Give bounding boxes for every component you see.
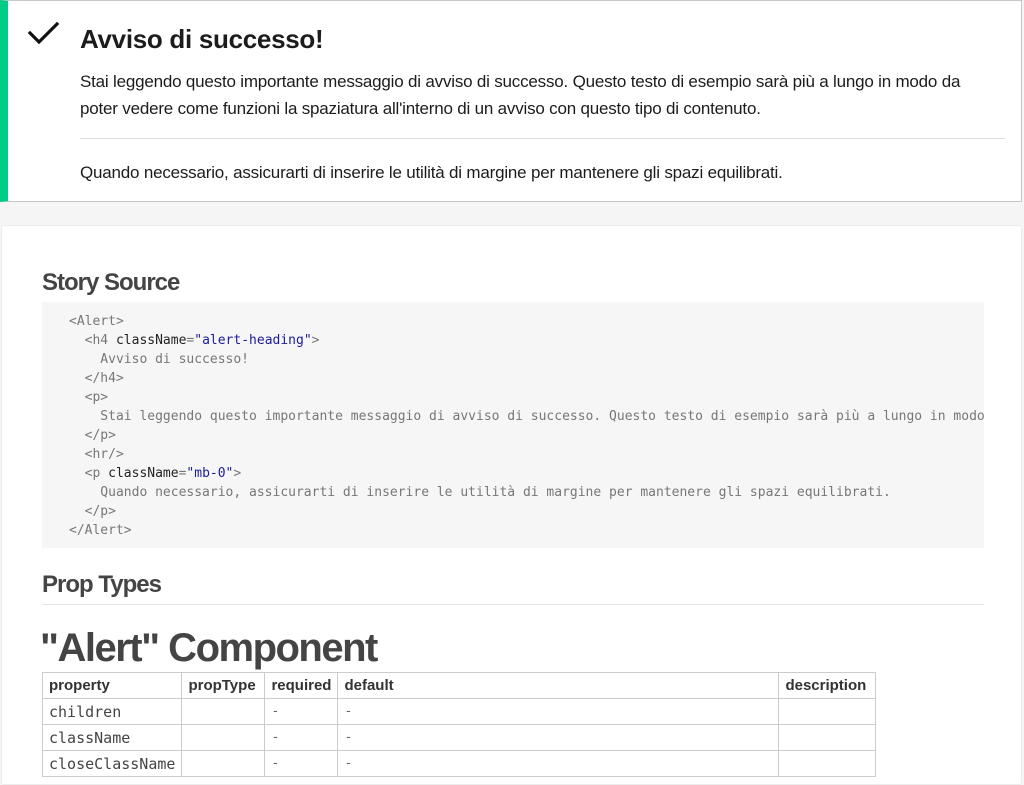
cell-proptype xyxy=(181,750,266,777)
cell-description xyxy=(778,698,877,725)
cell-property: closeClassName xyxy=(41,750,183,777)
cell-description xyxy=(778,750,877,777)
column-header-required: required xyxy=(264,672,339,699)
table-header-row: property propType required default descr… xyxy=(41,672,877,699)
cell-required: - xyxy=(264,750,339,777)
cell-proptype xyxy=(181,724,266,751)
column-header-default: default xyxy=(337,672,780,699)
table-row: children - - xyxy=(41,698,877,725)
column-header-property: property xyxy=(41,672,183,699)
cell-proptype xyxy=(181,698,266,725)
cell-default: - xyxy=(337,750,780,777)
alert-footer-text: Quando necessario, assicurarti di inseri… xyxy=(80,163,783,182)
story-source-code: <Alert> <h4 className="alert-heading"> A… xyxy=(42,302,984,548)
story-source-title: Story Source xyxy=(42,269,180,296)
cell-default: - xyxy=(337,698,780,725)
component-title: "Alert" Component xyxy=(40,626,378,670)
alert-heading: Avviso di successo! xyxy=(80,24,324,54)
prop-types-divider xyxy=(42,604,984,605)
docs-panel: Story Source <Alert> <h4 className="aler… xyxy=(1,225,1022,785)
alert-divider xyxy=(80,138,1005,139)
cell-default: - xyxy=(337,724,780,751)
cell-required: - xyxy=(264,698,339,725)
column-header-description: description xyxy=(778,672,877,699)
prop-types-table: property propType required default descr… xyxy=(41,672,877,777)
cell-required: - xyxy=(264,724,339,751)
column-header-proptype: propType xyxy=(181,672,266,699)
cell-description xyxy=(778,724,877,751)
prop-types-title: Prop Types xyxy=(42,571,162,598)
success-alert: Avviso di successo! Stai leggendo questo… xyxy=(0,0,1022,202)
table-row: className - - xyxy=(41,724,877,751)
cell-property: className xyxy=(41,724,183,751)
check-icon xyxy=(27,21,60,45)
alert-body-text: Stai leggendo questo importante messaggi… xyxy=(80,72,961,118)
table-row: closeClassName - - xyxy=(41,750,877,777)
code-block: <Alert> <h4 className="alert-heading"> A… xyxy=(69,314,984,538)
cell-property: children xyxy=(41,698,183,725)
